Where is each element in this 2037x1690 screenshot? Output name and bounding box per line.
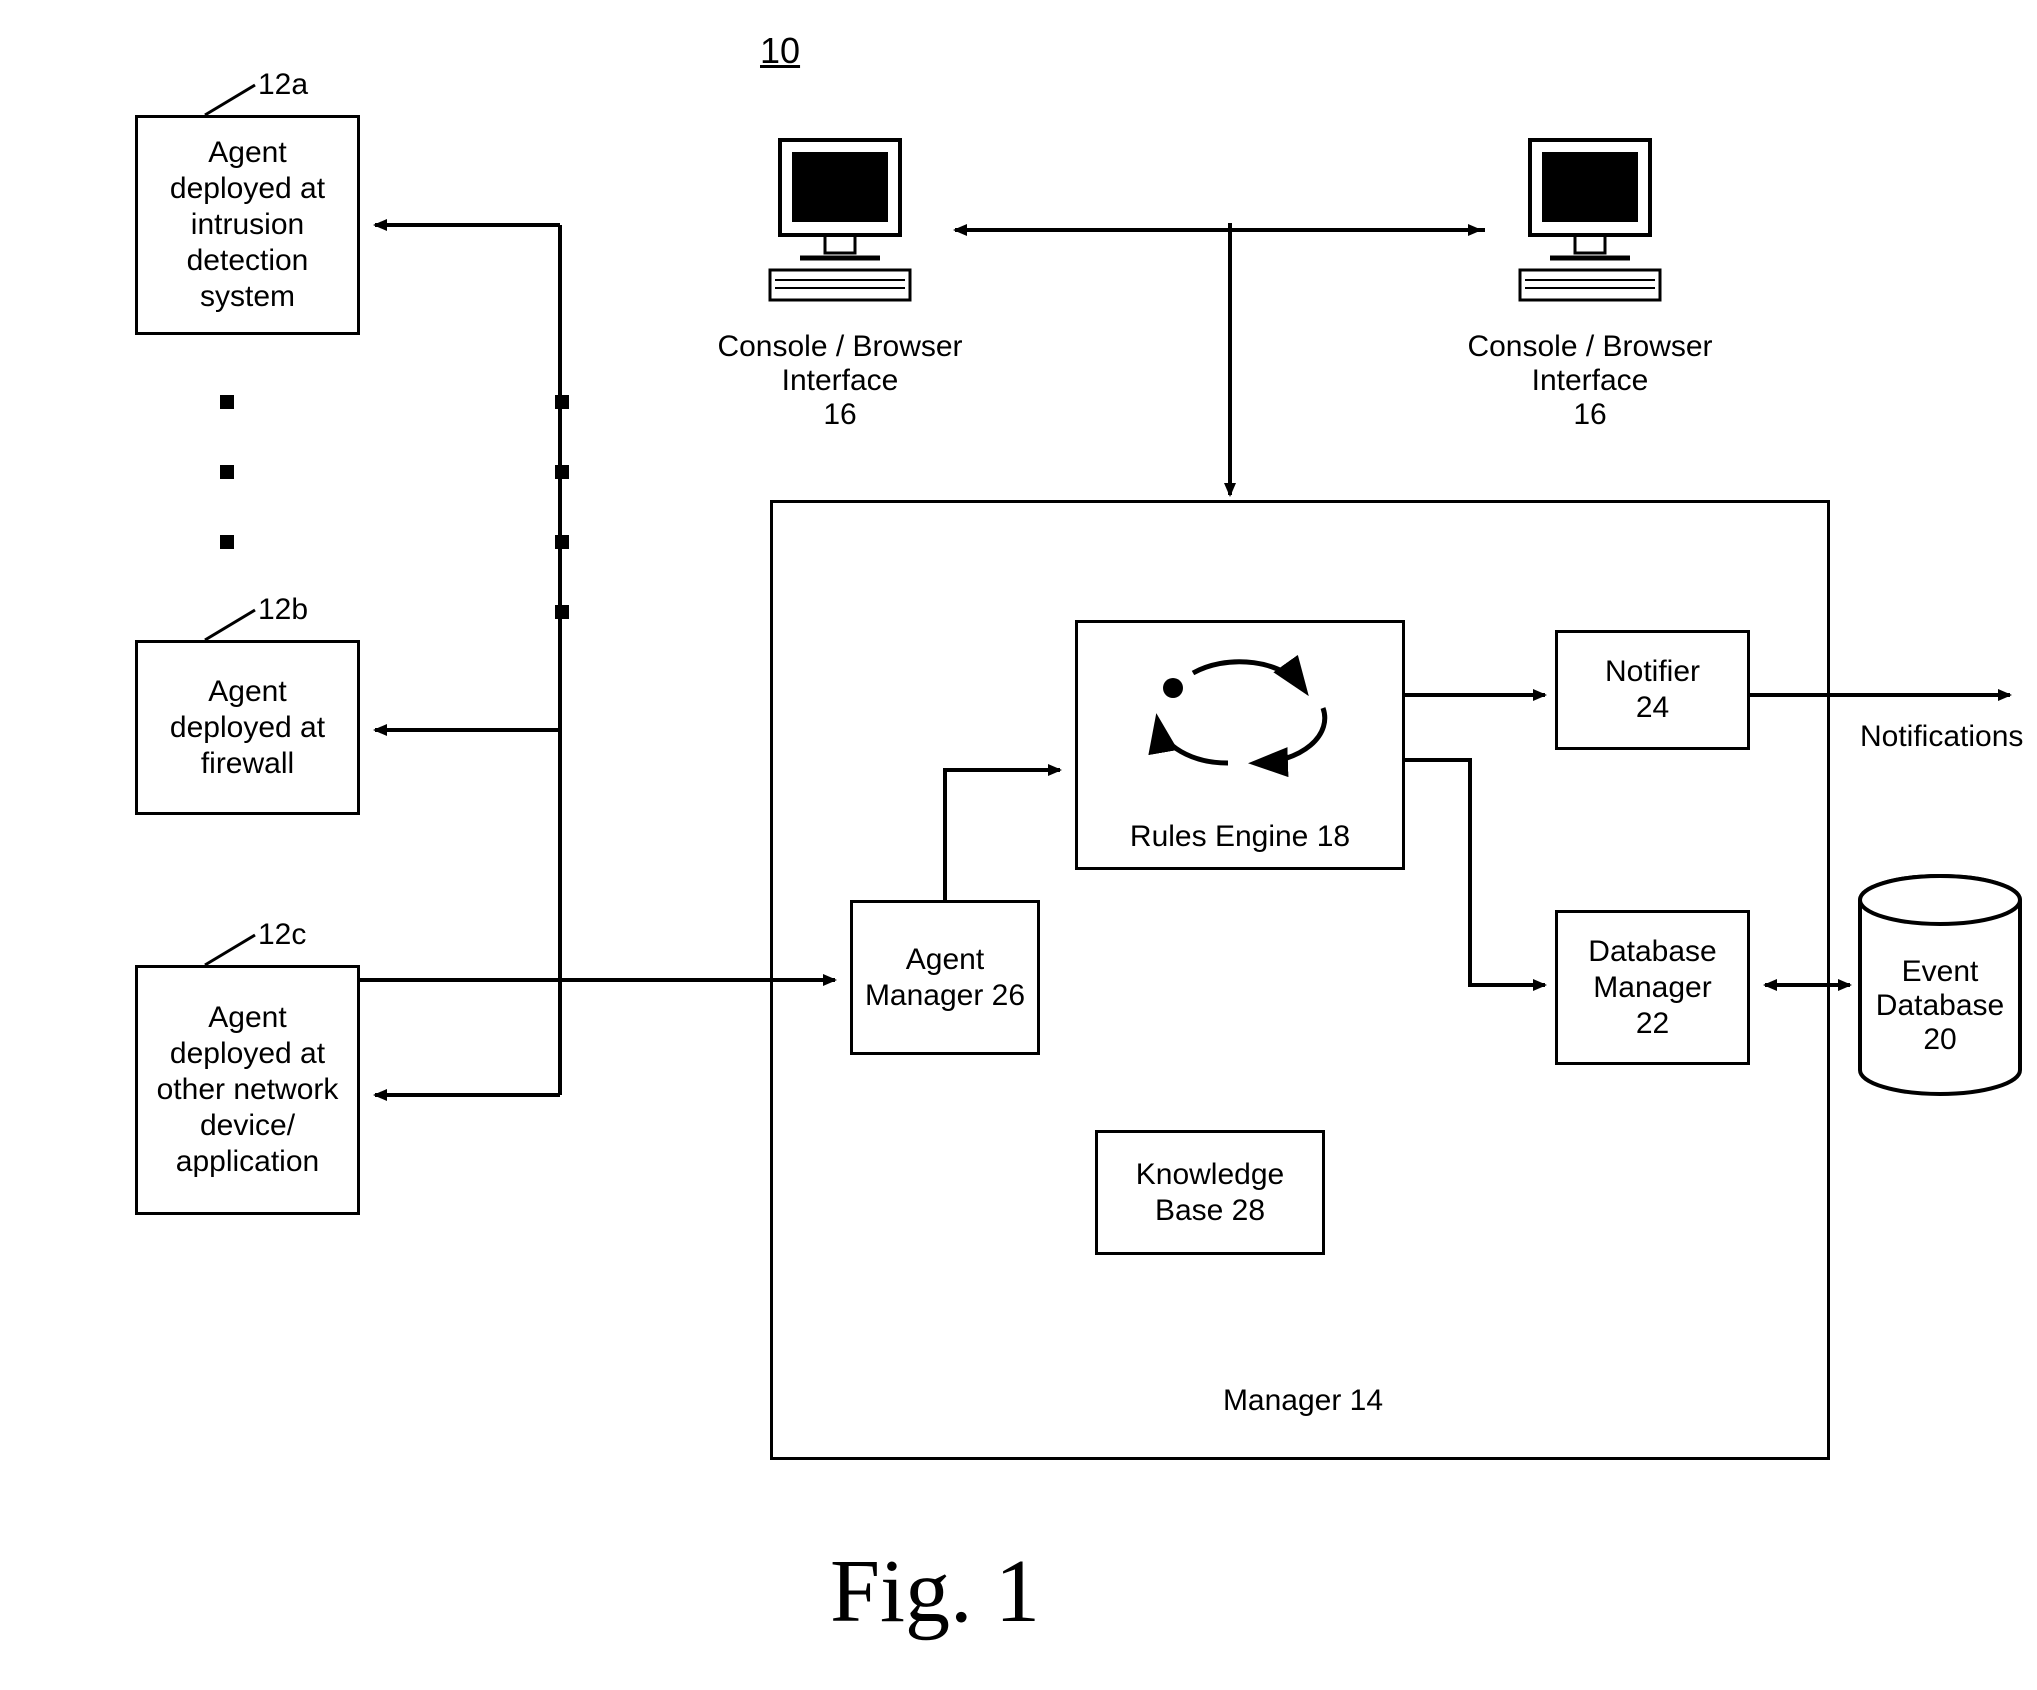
agent-manager-label: Agent Manager 26 (853, 942, 1037, 1014)
diagram-stage: 10 Agent deployed at intrusion detection… (0, 0, 2037, 1690)
agent-box-12c: Agent deployed at other network device/ … (135, 965, 360, 1215)
notifier-num: 24 (1636, 690, 1669, 726)
rules-engine-box: Rules Engine 18 (1075, 620, 1405, 870)
dots-icon (555, 535, 569, 549)
db-manager-box: Database Manager 22 (1555, 910, 1750, 1065)
dots-icon (555, 465, 569, 479)
dots-icon (220, 535, 234, 549)
dots-icon (220, 395, 234, 409)
agent-box-12a: Agent deployed at intrusion detection sy… (135, 115, 360, 335)
ref-12c: 12c (258, 918, 306, 952)
dots-icon (555, 395, 569, 409)
figure-caption: Fig. 1 (830, 1540, 1040, 1643)
console-right-icon (1490, 130, 1690, 335)
console-left-icon (740, 130, 940, 335)
agent-manager-box: Agent Manager 26 (850, 900, 1040, 1055)
notifier-box: Notifier 24 (1555, 630, 1750, 750)
console-right-label: Console / Browser Interface 16 (1430, 330, 1750, 432)
agent-12c-text: Agent deployed at other network device/ … (138, 1000, 357, 1180)
db-manager-num: 22 (1636, 1006, 1669, 1042)
console-left-label: Console / Browser Interface 16 (680, 330, 1000, 432)
notifications-label: Notifications (1860, 720, 2023, 754)
event-database-label: Event Database20 (1855, 955, 2025, 1057)
rules-engine-label: Rules Engine 18 (1130, 819, 1350, 855)
agent-box-12b: Agent deployed at firewall (135, 640, 360, 815)
knowledge-base-label: Knowledge Base 28 (1098, 1157, 1322, 1229)
ref-12a: 12a (258, 68, 308, 102)
notifier-label: Notifier (1605, 654, 1700, 690)
dots-icon (555, 605, 569, 619)
figure-number: 10 (760, 30, 800, 72)
cycle-icon (1093, 633, 1393, 803)
dots-icon (220, 465, 234, 479)
ref-12b: 12b (258, 593, 308, 627)
manager-label: Manager 14 (1203, 1383, 1403, 1419)
db-manager-label: Database Manager (1558, 934, 1747, 1006)
agent-12a-text: Agent deployed at intrusion detection sy… (138, 135, 357, 315)
knowledge-base-box: Knowledge Base 28 (1095, 1130, 1325, 1255)
agent-12b-text: Agent deployed at firewall (138, 674, 357, 782)
